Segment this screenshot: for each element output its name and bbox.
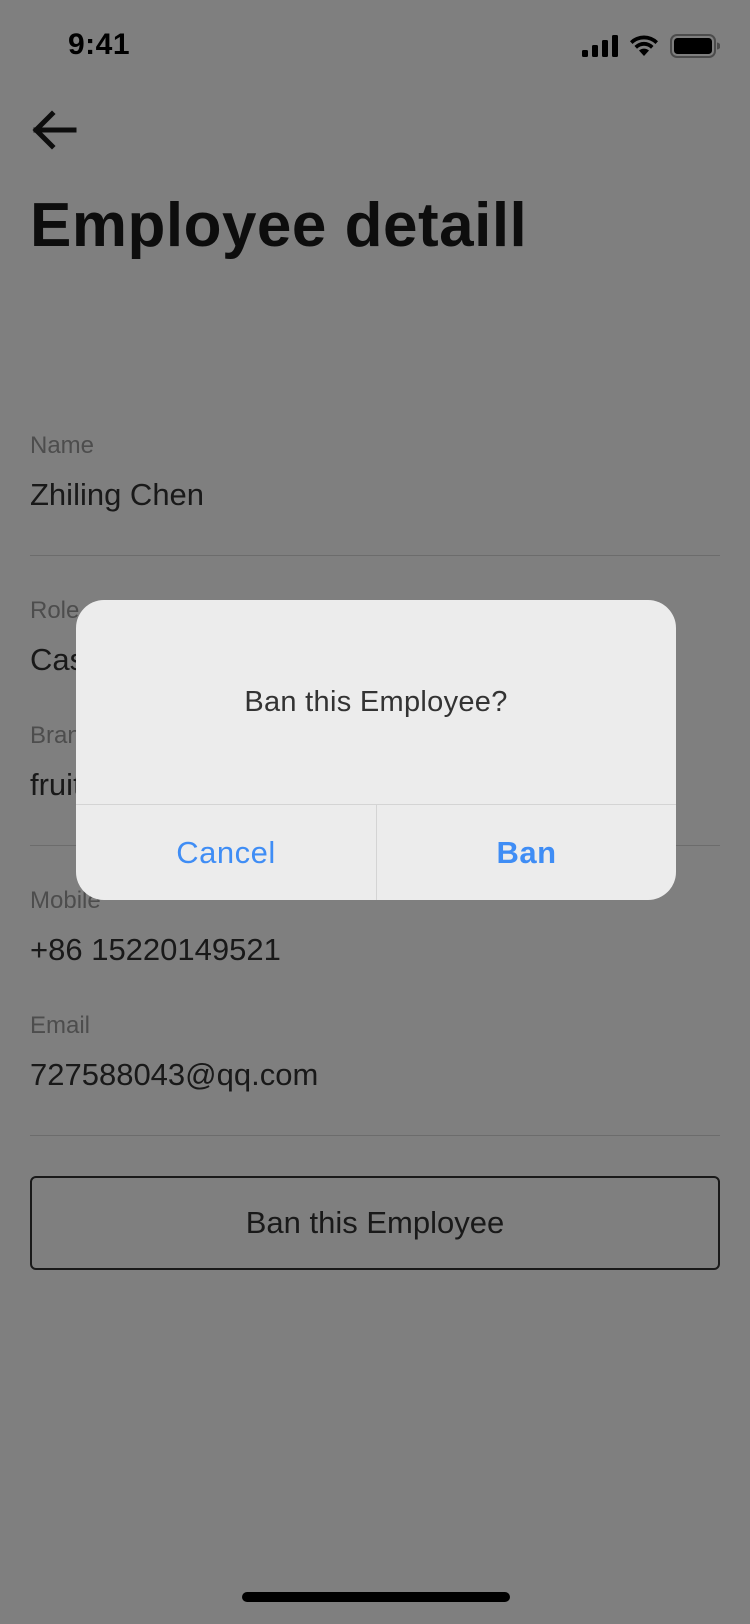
confirm-ban-button[interactable]: Ban bbox=[377, 805, 676, 900]
ban-confirm-dialog: Ban this Employee? Cancel Ban bbox=[76, 600, 676, 900]
employee-detail-screen: 9:41 bbox=[0, 0, 750, 1624]
dialog-message: Ban this Employee? bbox=[244, 685, 508, 718]
home-indicator bbox=[242, 1592, 510, 1602]
cancel-button[interactable]: Cancel bbox=[76, 805, 376, 900]
